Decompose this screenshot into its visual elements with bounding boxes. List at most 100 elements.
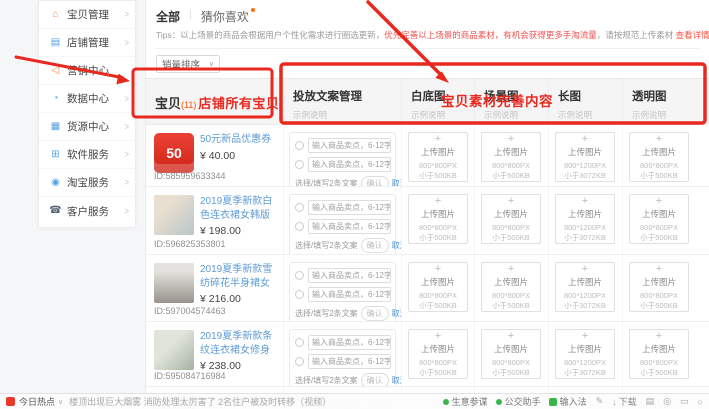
example-link[interactable]: 示例说明 — [632, 109, 709, 121]
copy-hint: 选择/填写2条文案 — [295, 375, 358, 386]
upload-image-button[interactable]: +上传图片800*800PX小于500KB — [481, 329, 541, 379]
copy-hint: 选择/填写2条文案 — [295, 240, 358, 251]
upload-image-button[interactable]: +上传图片800*800PX小于500KB — [481, 132, 541, 182]
selling-point-input[interactable]: 输入商品卖点，6-12字 — [308, 287, 391, 302]
sidebar-menu: ⌂宝贝管理>▤店铺管理>◁营销中心◔数据中心>▦货源中心>⊞软件服务>◉淘宝服务… — [39, 1, 135, 225]
upload-spec-limit: 小于500KB — [492, 171, 530, 181]
checkbox-icon[interactable] — [295, 203, 304, 212]
product-title-link[interactable]: 2019夏季新款条纹连衣裙女修身显瘦小众网红 — [200, 330, 279, 357]
product-summary: 2019夏季新款雪纺碎花半身裙女中长款荷叶边¥ 216.00 — [146, 255, 283, 305]
sidebar-item-label: 营销中心 — [67, 63, 109, 78]
cancel-button[interactable]: 取消 — [392, 308, 402, 319]
tab-all[interactable]: 全部 — [156, 8, 180, 25]
grid-icon[interactable]: ▤ — [646, 396, 655, 407]
view-details-link[interactable]: 查看详情> — [676, 30, 709, 40]
upload-label: 上传图片 — [642, 208, 676, 220]
annotation-shop-products-label: 店铺所有宝贝 — [198, 96, 279, 111]
checkbox-icon[interactable] — [295, 160, 304, 169]
download-icon[interactable]: ↓ — [612, 397, 617, 407]
tab-separator: | — [189, 8, 192, 20]
confirm-button[interactable]: 确认 — [361, 176, 389, 186]
sidebar-item-数据中心[interactable]: ◔数据中心> — [39, 85, 135, 113]
product-image[interactable] — [154, 195, 194, 235]
upload-image-button[interactable]: +上传图片800*800PX小于500KB — [629, 132, 689, 182]
checkbox-icon[interactable] — [295, 338, 304, 347]
upload-image-button[interactable]: +上传图片800*1200PX小于3072KB — [555, 262, 615, 312]
upload-spec: 800*1200PX小于3072KB — [564, 358, 606, 378]
download-label[interactable]: 下载 — [619, 395, 637, 408]
example-link[interactable]: 示例说明 — [484, 109, 548, 121]
sort-select[interactable]: 销量排序 ∨ — [156, 55, 220, 73]
news-headline[interactable]: 楼顶出现巨大烟雾 消防处理太厉害了 2名住户被及时转移（视频） — [69, 395, 426, 408]
selling-point-input[interactable]: 输入商品卖点，6-12字 — [308, 335, 391, 350]
sidebar-item-货源中心[interactable]: ▦货源中心> — [39, 113, 135, 141]
statusbar-item[interactable]: 生意参谋 — [452, 395, 488, 408]
statusbar-item[interactable]: 公交助手 — [505, 395, 541, 408]
selling-point-input[interactable]: 输入商品卖点，6-12字 — [308, 157, 391, 172]
ime-label[interactable]: 输入法 — [560, 395, 587, 408]
product-image[interactable] — [154, 330, 194, 370]
example-link[interactable]: 示例说明 — [411, 109, 474, 121]
copy-input-row: 输入商品卖点，6-12字 — [295, 138, 391, 153]
product-summary: 2019夏季新款白色连衣裙女韩版短袖T恤中长款¥ 198.00 — [146, 187, 283, 237]
checkbox-icon[interactable] — [295, 271, 304, 280]
confirm-button[interactable]: 确认 — [361, 306, 389, 321]
product-title-link[interactable]: 50元新品优惠券 — [200, 133, 271, 147]
example-link[interactable]: 示例说明 — [558, 109, 622, 121]
upload-image-button[interactable]: +上传图片800*800PX小于500KB — [481, 262, 541, 312]
checkbox-icon[interactable] — [295, 222, 304, 231]
upload-image-button[interactable]: +上传图片800*800PX小于500KB — [408, 262, 468, 312]
edit-icon[interactable]: ✎ — [596, 396, 604, 407]
product-id: ID:595084716984 — [154, 371, 226, 381]
upload-image-button[interactable]: +上传图片800*800PX小于500KB — [408, 329, 468, 379]
confirm-button[interactable]: 确认 — [361, 373, 389, 386]
copy-input-row: 输入商品卖点，6-12字 — [295, 219, 391, 234]
upload-image-button[interactable]: +上传图片800*1200PX小于3072KB — [555, 329, 615, 379]
tips-highlight: 优先完善以上场景的商品素材，有机会获得更多手淘流量 — [384, 30, 597, 40]
selling-point-input[interactable]: 输入商品卖点，6-12字 — [308, 219, 391, 234]
sidebar-item-客户服务[interactable]: ☎客户服务> — [39, 197, 135, 225]
selling-point-input[interactable]: 输入商品卖点，6-12字 — [308, 138, 391, 153]
tab-bar: 全部 | 猜你喜欢 — [146, 0, 709, 27]
upload-label: 上传图片 — [568, 146, 602, 158]
chevron-down-icon[interactable]: ∨ — [58, 398, 63, 406]
sidebar-item-店铺管理[interactable]: ▤店铺管理> — [39, 29, 135, 57]
target-icon[interactable]: ◎ — [663, 396, 671, 407]
product-image[interactable] — [154, 263, 194, 303]
coupon-image[interactable]: 50 — [154, 133, 194, 173]
product-title-link[interactable]: 2019夏季新款白色连衣裙女韩版短袖T恤中长款 — [200, 195, 279, 222]
cancel-button[interactable]: 取消 — [392, 375, 402, 386]
window-icon[interactable]: ▭ — [680, 396, 689, 407]
upload-image-button[interactable]: +上传图片800*1200PX小于3072KB — [555, 132, 615, 182]
sidebar-item-宝贝管理[interactable]: ⌂宝贝管理> — [39, 1, 135, 29]
sidebar-item-营销中心[interactable]: ◁营销中心 — [39, 57, 135, 85]
plus-icon: + — [508, 331, 514, 342]
upload-image-button[interactable]: +上传图片800*800PX小于500KB — [629, 194, 689, 244]
checkbox-icon[interactable] — [295, 141, 304, 150]
product-title-link[interactable]: 2019夏季新款雪纺碎花半身裙女中长款荷叶边 — [200, 263, 279, 290]
column-title-text: 投放文案管理 — [293, 91, 362, 103]
confirm-button[interactable]: 确认 — [361, 238, 389, 253]
selling-point-input[interactable]: 输入商品卖点，6-12字 — [308, 354, 391, 369]
upload-image-button[interactable]: +上传图片800*1200PX小于3072KB — [555, 194, 615, 244]
sidebar-item-淘宝服务[interactable]: ◉淘宝服务> — [39, 169, 135, 197]
circle-icon[interactable]: ○ — [698, 397, 703, 407]
example-link[interactable]: 示例说明 — [293, 109, 401, 121]
sidebar-item-软件服务[interactable]: ⊞软件服务> — [39, 141, 135, 169]
upload-image-button[interactable]: +上传图片800*800PX小于500KB — [408, 132, 468, 182]
checkbox-icon[interactable] — [295, 290, 304, 299]
upload-cell-1: +上传图片800*800PX小于500KB — [402, 322, 475, 386]
selling-point-input[interactable]: 输入商品卖点，6-12字 — [308, 200, 391, 215]
upload-image-button[interactable]: +上传图片800*800PX小于500KB — [629, 329, 689, 379]
hot-news-label[interactable]: 今日热点 — [19, 395, 55, 408]
checkbox-icon[interactable] — [295, 357, 304, 366]
selling-point-input[interactable]: 输入商品卖点，6-12字 — [308, 268, 391, 283]
upload-image-button[interactable]: +上传图片800*800PX小于500KB — [629, 262, 689, 312]
upload-image-button[interactable]: +上传图片800*800PX小于500KB — [408, 194, 468, 244]
upload-spec-limit: 小于500KB — [492, 233, 530, 243]
cancel-button[interactable]: 取消 — [392, 178, 402, 186]
tab-guess-you-like[interactable]: 猜你喜欢 — [201, 8, 249, 25]
box-home-icon: ⌂ — [49, 10, 62, 20]
upload-image-button[interactable]: +上传图片800*800PX小于500KB — [481, 194, 541, 244]
cancel-button[interactable]: 取消 — [392, 240, 402, 251]
